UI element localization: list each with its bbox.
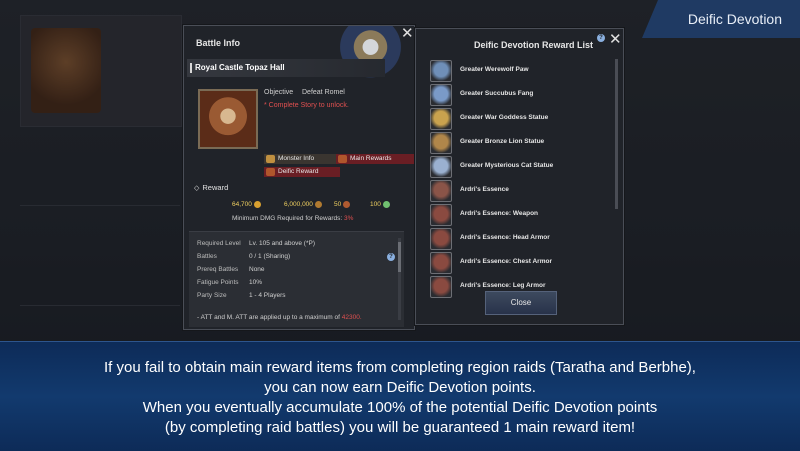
reward-item-name: Greater War Goddess Statue (460, 114, 549, 121)
werewolf-paw-icon (430, 60, 452, 82)
reward-item-name: Greater Mysterious Cat Statue (460, 162, 554, 169)
essence-leg-icon (430, 276, 452, 298)
succubus-fang-icon (430, 84, 452, 106)
goddess-statue-icon (430, 108, 452, 130)
reward-header: Reward (194, 183, 228, 192)
detail-label: Required Level (197, 240, 241, 247)
battle-info-window: Battle Info ✕ Royal Castle Topaz Hall Ob… (183, 25, 418, 330)
reward-value-text: 64,700 (232, 201, 252, 209)
reward-item-name: Ardri's Essence: Head Armor (460, 234, 550, 241)
reward-list-item[interactable]: Greater Succubus Fang (428, 83, 614, 106)
reward-list-item[interactable]: Greater War Goddess Statue (428, 107, 614, 130)
detail-label: Prereq Battles (197, 266, 239, 273)
reward-item-name: Ardri's Essence: Leg Armor (460, 282, 546, 289)
detail-row: Prereq Battles None (197, 266, 265, 273)
close-icon[interactable]: ✕ (401, 26, 414, 41)
reward-value: 50 (334, 201, 351, 209)
boss-icon (198, 89, 258, 149)
window-title: Deific Devotion Reward List (474, 40, 594, 50)
reward-list-item[interactable]: Ardri's Essence: Weapon (428, 203, 614, 226)
section-tag-label: Deific Devotion (687, 11, 782, 27)
essence-chest-icon (430, 252, 452, 274)
caption-line: If you fail to obtain main reward items … (104, 359, 696, 376)
detail-value: 0 / 1 (Sharing) (249, 253, 291, 260)
gold-icon (253, 201, 261, 208)
att-note: - ATT and M. ATT are applied up to a max… (197, 314, 362, 321)
section-tag: Deific Devotion (642, 0, 800, 38)
window-title: Battle Info (196, 38, 240, 48)
att-note-value: 42300. (341, 314, 362, 321)
detail-label: Fatigue Points (197, 279, 239, 286)
detail-value: Lv. 105 and above (*P) (249, 240, 316, 247)
reward-item-name: Greater Bronze Lion Statue (460, 138, 545, 145)
reward-item-name: Greater Succubus Fang (460, 90, 534, 97)
reward-value: 6,000,000 (284, 201, 322, 208)
help-icon[interactable]: ? (387, 253, 395, 261)
detail-value: None (249, 266, 265, 273)
min-dmg-value: 3% (343, 215, 354, 222)
detail-label: Battles (197, 253, 217, 260)
reward-value-text: 6,000,000 (284, 201, 313, 209)
monster-info-button[interactable]: Monster Info (264, 154, 340, 164)
close-icon[interactable]: ✕ (609, 32, 622, 47)
caption-line: (by completing raid battles) you will be… (164, 419, 636, 436)
reward-value: 64,700 (232, 201, 261, 208)
caption-line: When you eventually accumulate 100% of t… (142, 399, 658, 416)
contribution-icon (382, 201, 390, 208)
reward-value-text: 50 (334, 201, 342, 209)
exp-icon (343, 201, 351, 208)
reward-list-scrollbar[interactable] (615, 59, 618, 209)
objective-label: Objective (264, 89, 294, 96)
detail-value: 1 - 4 Players (249, 292, 286, 299)
reward-list-item[interactable]: Greater Werewolf Paw (428, 59, 614, 82)
reward-item-name: Ardri's Essence (460, 186, 509, 193)
close-button[interactable]: Close (485, 291, 557, 315)
essence-weapon-icon (430, 204, 452, 226)
reward-list-item[interactable]: Ardri's Essence (428, 179, 614, 202)
reward-list-item[interactable]: Ardri's Essence: Chest Armor (428, 251, 614, 274)
min-dmg-text: Minimum DMG Required for Rewards: 3% (232, 215, 353, 222)
min-dmg-label: Minimum DMG Required for Rewards: (232, 215, 343, 222)
att-note-text: - ATT and M. ATT are applied up to a max… (197, 314, 340, 321)
deific-reward-button[interactable]: Deific Reward (264, 167, 340, 177)
detail-label: Party Size (197, 292, 227, 299)
essence-head-icon (430, 228, 452, 250)
reward-item-name: Ardri's Essence: Chest Armor (460, 258, 552, 265)
reward-list-item[interactable]: Greater Mysterious Cat Statue (428, 155, 614, 178)
reward-list: Greater Werewolf Paw Greater Succubus Fan… (428, 59, 618, 319)
reward-value: 100 (370, 201, 390, 208)
cat-statue-icon (430, 156, 452, 178)
detail-row: Required Level Lv. 105 and above (*P) (197, 240, 315, 247)
caption-banner: If you fail to obtain main reward items … (0, 341, 800, 451)
detail-row: Battles 0 / 1 (Sharing) (197, 253, 290, 260)
unlock-text: * Complete Story to unlock. (264, 102, 349, 109)
reward-list-item[interactable]: Ardri's Essence: Head Armor (428, 227, 614, 250)
reward-item-name: Ardri's Essence: Weapon (460, 210, 539, 217)
details-panel: Required Level Lv. 105 and above (*P) Bat… (189, 231, 404, 327)
silver-icon (314, 201, 322, 208)
caption-line: you can now earn Deific Devotion points. (264, 379, 536, 396)
lion-statue-icon (430, 132, 452, 154)
hero-portrait (332, 26, 402, 86)
help-icon[interactable]: ? (597, 34, 605, 42)
essence-icon (430, 180, 452, 202)
detail-value: 10% (249, 279, 263, 286)
reward-list-window: Deific Devotion Reward List ? ✕ Greater … (415, 28, 624, 325)
detail-row: Party Size 1 - 4 Players (197, 292, 286, 299)
location-title: Royal Castle Topaz Hall (187, 59, 385, 77)
reward-value-text: 100 (370, 201, 381, 209)
detail-row: Fatigue Points 10% (197, 279, 262, 286)
details-scrollbar[interactable] (398, 238, 401, 320)
reward-item-name: Greater Werewolf Paw (460, 66, 529, 73)
reward-list-item[interactable]: Greater Bronze Lion Statue (428, 131, 614, 154)
objective-value: Defeat Romel (302, 89, 345, 96)
main-rewards-button[interactable]: Main Rewards (336, 154, 418, 164)
